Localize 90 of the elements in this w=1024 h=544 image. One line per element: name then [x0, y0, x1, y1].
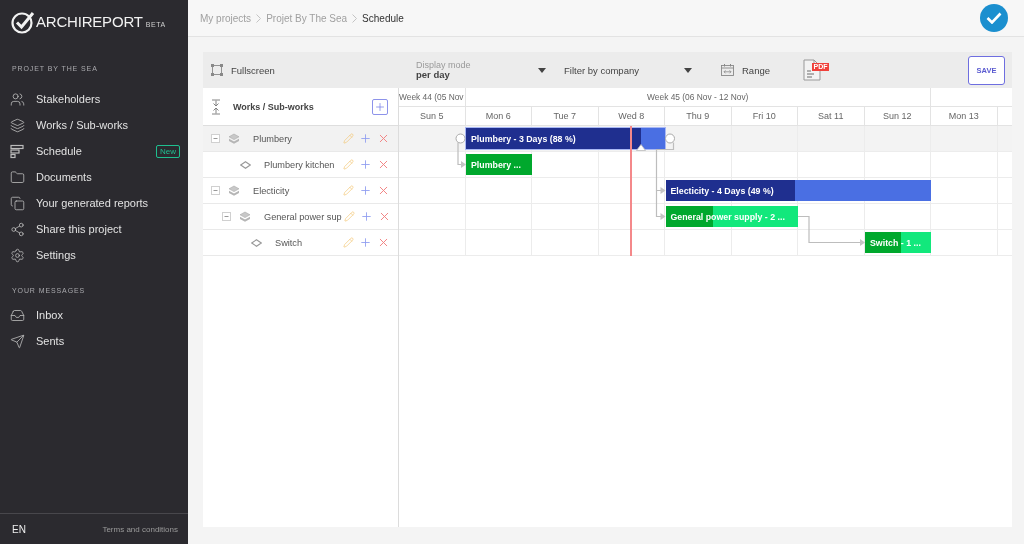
task-bar[interactable]: Plumbery - 3 Days (88 %) — [466, 128, 665, 149]
nav-item[interactable]: Sents — [0, 328, 188, 354]
plus-icon[interactable] — [359, 210, 373, 223]
send-icon — [10, 333, 25, 349]
layers-icon — [239, 210, 251, 223]
share-icon — [10, 221, 25, 237]
work-name: Plumbery kitchen — [264, 159, 335, 170]
people-icon — [10, 91, 25, 107]
cross-icon[interactable] — [377, 132, 390, 145]
folder-icon — [10, 169, 25, 185]
day-header-cell: Fri 10 — [731, 107, 798, 125]
work-name: Electicity — [253, 185, 290, 196]
chevron-icon — [256, 13, 262, 23]
fullscreen-button[interactable]: Fullscreen — [211, 64, 275, 76]
plus-icon[interactable] — [359, 236, 372, 249]
plus-icon[interactable] — [359, 184, 372, 197]
column-heading: Works / Sub-works — [233, 101, 314, 112]
pencil-icon[interactable] — [343, 185, 354, 196]
plus-icon[interactable] — [359, 132, 372, 145]
logo-wordmark: ARCHIREPORT — [36, 14, 143, 29]
link-handle-icon[interactable] — [665, 133, 675, 144]
chevron-icon — [352, 13, 358, 23]
bar-label: Plumbery ... — [470, 159, 521, 170]
nav-item[interactable]: Share this project — [0, 216, 188, 242]
dependency-arrow — [457, 141, 466, 168]
link-handle-icon[interactable] — [455, 133, 466, 144]
confirm-button[interactable] — [980, 4, 1008, 32]
work-name: Plumbery — [253, 133, 292, 144]
pencil-icon[interactable] — [343, 159, 354, 170]
new-badge: New — [156, 144, 180, 158]
bar-label: Electicity - 4 Days (49 %) — [669, 185, 774, 196]
collapse-all-icon[interactable] — [211, 98, 221, 115]
day-header-cell: Sun 5 — [399, 107, 466, 125]
cross-icon[interactable] — [377, 236, 390, 249]
fullscreen-icon — [211, 64, 223, 76]
nav-item[interactable]: Inbox — [0, 302, 188, 328]
pencil-icon[interactable] — [343, 211, 355, 222]
calendar-icon — [721, 64, 734, 76]
caret-icon — [684, 67, 692, 73]
week-header-cell: Week 44 (05 Nov — [399, 88, 466, 106]
inbox-icon — [10, 307, 25, 323]
bars-icon — [10, 143, 25, 159]
layers-icon — [228, 132, 240, 145]
week-header-cell: Week 45 (06 Nov - 12 Nov) — [465, 88, 931, 106]
plus-icon — [374, 100, 386, 113]
day-header-cell: Thu 9 — [665, 107, 732, 125]
terms-link[interactable]: Terms and conditions — [102, 524, 178, 534]
bar-label: Switch - 1 ... — [869, 237, 921, 248]
logo-check-icon — [11, 9, 35, 34]
pencil-icon[interactable] — [343, 133, 354, 144]
collapse-icon[interactable] — [211, 134, 220, 143]
day-header-cell: Mon 6 — [465, 107, 532, 125]
day-header-cell: Wed 8 — [598, 107, 665, 125]
cross-icon[interactable] — [377, 158, 390, 171]
company-filter-select[interactable]: Filter by company — [564, 56, 692, 84]
settings-icon — [10, 247, 25, 263]
caret-icon — [538, 67, 546, 73]
nav-item[interactable]: Your generated reports — [0, 190, 188, 216]
collapse-icon[interactable] — [222, 212, 231, 221]
work-name: Switch — [275, 237, 303, 248]
collapse-icon[interactable] — [211, 186, 220, 195]
bar-label: Plumbery - 3 Days (88 %) — [470, 133, 576, 144]
pencil-icon[interactable] — [343, 237, 354, 248]
bar-label: General power supply - 2 ... — [669, 211, 785, 222]
work-name: General power sup — [264, 211, 342, 222]
display-mode-select[interactable]: Display mode per day — [416, 56, 546, 84]
day-header-cell: Tue 7 — [532, 107, 599, 125]
nav-item[interactable]: Settings — [0, 242, 188, 268]
nav-item[interactable]: Stakeholders — [0, 86, 188, 112]
day-header-cell: Mon 13 — [931, 107, 998, 125]
add-work-button[interactable] — [372, 98, 388, 115]
day-header-cell: Sun 12 — [864, 107, 931, 125]
check-icon — [986, 12, 1002, 24]
pages-icon — [10, 195, 25, 211]
diamond-icon — [239, 160, 251, 169]
tree-row[interactable]: Plumbery — [203, 126, 398, 152]
dependency-arrow — [797, 215, 865, 246]
language-selector[interactable]: EN — [12, 523, 26, 535]
layers-icon — [228, 184, 240, 197]
layers-icon — [10, 117, 25, 133]
diamond-icon — [250, 238, 262, 247]
nav-item[interactable]: Schedule New — [0, 138, 188, 164]
breadcrumb-link[interactable]: Schedule — [362, 12, 404, 24]
day-header-cell: Sat 11 — [798, 107, 865, 125]
cross-icon[interactable] — [377, 184, 390, 197]
task-bar[interactable]: Electicity - 4 Days (49 %) — [665, 180, 931, 201]
range-button[interactable]: Range — [721, 64, 770, 76]
nav-item[interactable]: Works / Sub-works — [0, 112, 188, 138]
plus-icon[interactable] — [359, 158, 372, 171]
nav-item[interactable]: Documents — [0, 164, 188, 190]
